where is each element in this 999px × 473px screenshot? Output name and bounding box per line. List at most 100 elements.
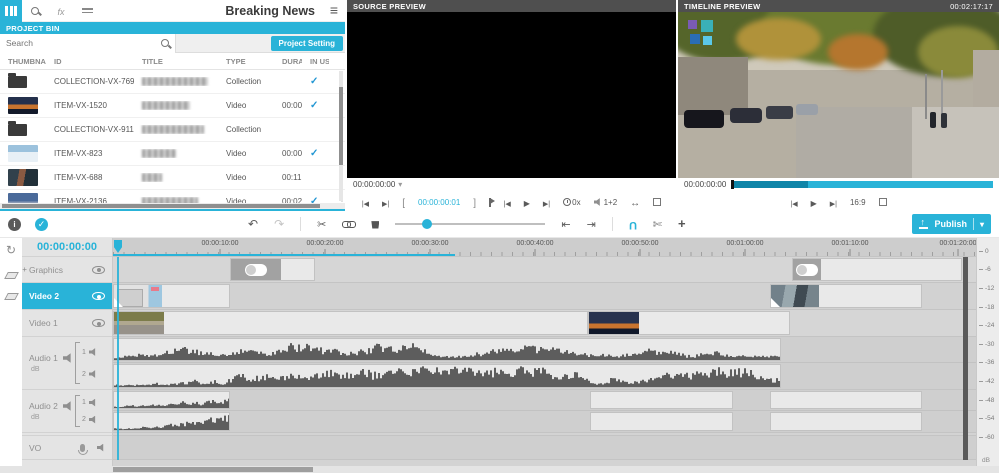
mute-speaker-icon[interactable]	[63, 353, 73, 363]
channel-speaker-icon[interactable]	[89, 370, 97, 378]
mute-speaker-icon[interactable]	[63, 401, 73, 411]
col-id[interactable]: ID	[46, 57, 134, 66]
add-track-icon[interactable]	[4, 272, 19, 279]
table-row[interactable]: COLLECTION-VX-769 Collection ✓	[0, 70, 345, 94]
publish-button[interactable]: Publish	[912, 214, 991, 234]
source-timecode[interactable]: 00:00:00:00	[353, 180, 395, 189]
source-preview-video[interactable]	[347, 12, 676, 178]
layout-grid-icon[interactable]	[0, 0, 22, 22]
db-label[interactable]: dB	[29, 366, 75, 373]
audio-clip[interactable]	[113, 364, 781, 388]
zoom-slider[interactable]	[395, 223, 545, 225]
channel-speaker-icon[interactable]	[89, 416, 97, 424]
table-row[interactable]: COLLECTION-VX-911 Collection	[0, 118, 345, 142]
redo-icon[interactable]	[274, 216, 284, 232]
table-row[interactable]: ITEM-VX-1520 Video 00:00 ✓	[0, 94, 345, 118]
trash-icon[interactable]	[371, 220, 379, 229]
insert-icon[interactable]	[561, 216, 570, 232]
fullscreen-icon[interactable]	[879, 198, 887, 206]
next-frame-icon[interactable]	[543, 194, 550, 210]
previous-frame-icon[interactable]	[504, 194, 511, 210]
search-box[interactable]	[0, 34, 176, 53]
visibility-eye-icon[interactable]	[92, 266, 105, 274]
search-input[interactable]	[6, 38, 161, 48]
video-clip[interactable]	[113, 311, 588, 335]
zoom-slider-knob[interactable]	[422, 219, 432, 229]
audio-clip[interactable]	[590, 391, 733, 409]
channel-speaker-icon[interactable]	[89, 399, 97, 407]
sequence-end-marker[interactable]	[963, 257, 968, 460]
scrub-playhead[interactable]	[731, 180, 734, 189]
track-header-audio1[interactable]: Audio 1 dB 1 2	[22, 337, 112, 390]
col-in-use[interactable]: IN USE	[302, 57, 329, 66]
track-header-video2[interactable]: Video 2	[22, 283, 112, 310]
video-clip[interactable]	[113, 284, 230, 308]
timeline-preview-video[interactable]	[678, 12, 999, 178]
audio-channels-button[interactable]: 1+2	[594, 198, 618, 207]
aspect-ratio-label[interactable]: 16:9	[850, 198, 866, 207]
audio-clip[interactable]	[590, 412, 733, 431]
chevron-down-icon[interactable]	[398, 181, 402, 189]
approve-check-icon[interactable]: ✓	[35, 218, 48, 231]
swap-icon[interactable]	[630, 194, 640, 210]
visibility-eye-icon[interactable]	[92, 319, 105, 327]
cut-icon[interactable]	[317, 216, 326, 232]
history-icon[interactable]	[6, 242, 16, 258]
previous-frame-icon[interactable]	[790, 194, 797, 210]
timeline-scrub-bar[interactable]	[733, 181, 993, 188]
settings-tool-button[interactable]	[74, 0, 100, 22]
bin-horizontal-scrollbar[interactable]	[0, 203, 345, 209]
audio-clip[interactable]	[770, 391, 922, 409]
razor-icon[interactable]	[653, 216, 662, 232]
marker-flag-icon[interactable]	[489, 198, 491, 207]
goto-in-icon[interactable]	[362, 194, 369, 210]
col-thumbnail[interactable]: THUMBNAIL	[0, 57, 46, 66]
undo-icon[interactable]	[248, 216, 258, 232]
col-title[interactable]: TITLE	[134, 57, 218, 66]
playhead-line[interactable]	[117, 257, 119, 460]
next-frame-icon[interactable]	[830, 194, 837, 210]
microphone-icon[interactable]	[80, 444, 85, 452]
play-icon[interactable]	[524, 194, 530, 210]
search-tool-button[interactable]	[22, 0, 48, 22]
video-clip[interactable]	[770, 284, 922, 308]
visibility-eye-icon[interactable]	[92, 292, 105, 300]
col-duration[interactable]: DURAT	[274, 57, 302, 66]
timeline-ruler[interactable]: 00:00:10:00 00:00:20:00 00:00:30:00 00:0…	[113, 238, 976, 257]
remove-track-icon[interactable]	[4, 293, 19, 300]
fullscreen-icon[interactable]	[653, 198, 661, 206]
audio-clip[interactable]	[113, 391, 230, 409]
mark-in-icon[interactable]	[402, 194, 405, 210]
mark-out-icon[interactable]	[473, 194, 476, 210]
graphics-clip[interactable]	[792, 258, 962, 281]
channel-speaker-icon[interactable]	[89, 348, 97, 356]
col-type[interactable]: TYPE	[218, 57, 274, 66]
publish-dropdown-icon[interactable]	[980, 220, 984, 229]
mute-speaker-icon[interactable]	[97, 444, 105, 452]
timeline-horizontal-scrollbar[interactable]	[0, 466, 999, 473]
table-row[interactable]: ITEM-VX-823 Video 00:00 ✓	[0, 142, 345, 166]
graphics-clip[interactable]	[230, 258, 315, 281]
info-icon[interactable]: i	[8, 218, 21, 231]
project-setting-button[interactable]: Project Setting	[271, 36, 343, 51]
table-row[interactable]: ITEM-VX-2136 Video 00:02 ✓	[0, 190, 345, 203]
goto-out-icon[interactable]	[382, 194, 389, 210]
overwrite-icon[interactable]	[587, 216, 596, 232]
video-clip[interactable]	[588, 311, 790, 335]
bin-vertical-scrollbar[interactable]	[339, 71, 343, 201]
db-label[interactable]: dB	[29, 414, 75, 421]
playhead-marker[interactable]	[114, 240, 122, 253]
audio-clip[interactable]	[113, 412, 230, 431]
audio-clip[interactable]	[770, 412, 922, 431]
effects-tool-button[interactable]	[48, 0, 74, 22]
play-icon[interactable]	[811, 194, 817, 210]
track-header-graphics[interactable]: Graphics	[22, 257, 112, 283]
pan-icon[interactable]	[678, 216, 686, 232]
playback-speed-button[interactable]: 0x	[563, 198, 580, 207]
menu-button[interactable]	[323, 2, 345, 20]
link-icon[interactable]	[342, 220, 355, 228]
audio-clip[interactable]	[113, 338, 781, 361]
track-header-audio2[interactable]: Audio 2 dB 1 2	[22, 390, 112, 433]
table-row[interactable]: ITEM-VX-688 Video 00:11	[0, 166, 345, 190]
track-header-vo[interactable]: VO	[22, 435, 112, 460]
